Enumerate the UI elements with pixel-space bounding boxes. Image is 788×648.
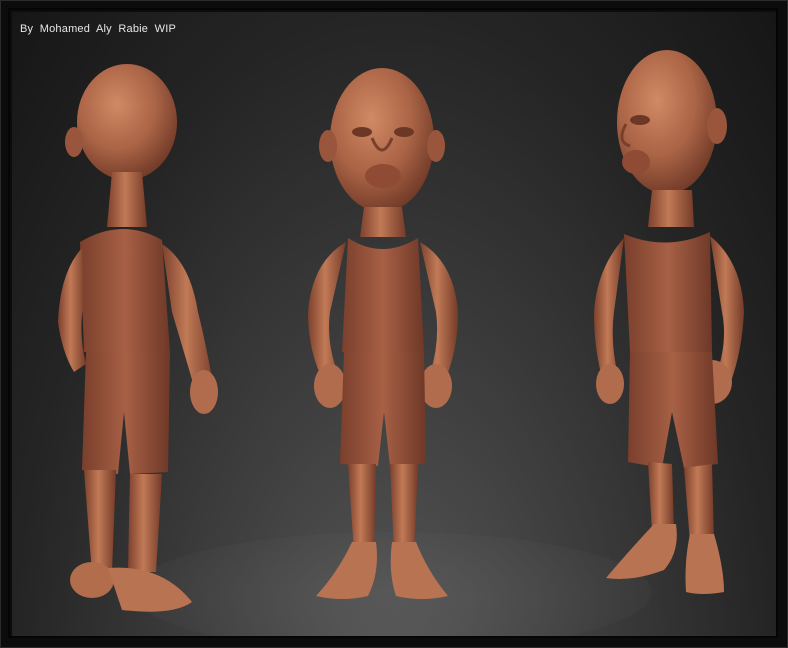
head xyxy=(77,64,177,180)
sculpt-scene xyxy=(58,50,744,612)
figure-back-view xyxy=(58,64,218,612)
figure-front-view xyxy=(308,68,458,599)
left-ear xyxy=(319,130,337,162)
left-eye xyxy=(352,127,372,137)
right-ear xyxy=(427,130,445,162)
right-arm xyxy=(420,242,458,382)
head xyxy=(330,68,434,212)
right-hand xyxy=(190,370,218,414)
right-foot xyxy=(390,542,448,599)
neck xyxy=(648,190,694,227)
ear xyxy=(65,127,83,157)
left-hand xyxy=(596,364,624,404)
neck xyxy=(360,207,406,237)
left-leg xyxy=(348,464,376,552)
left-arm xyxy=(308,242,346,382)
left-foot xyxy=(70,562,114,598)
left-foot xyxy=(316,542,377,599)
left-arm xyxy=(58,248,86,372)
image-frame: By Mohamed Aly Rabie WIP xyxy=(0,0,788,648)
right-leg xyxy=(128,474,162,572)
eye xyxy=(630,115,650,125)
shorts xyxy=(628,352,718,468)
right-foot xyxy=(108,567,192,612)
right-eye xyxy=(394,127,414,137)
left-foot xyxy=(606,524,677,579)
neck xyxy=(107,172,147,227)
tank-top xyxy=(80,228,170,352)
figure-side-view xyxy=(594,50,744,594)
mouth xyxy=(365,164,401,188)
ear xyxy=(707,108,727,144)
right-foot xyxy=(685,534,724,594)
right-leg xyxy=(684,464,714,542)
mouth xyxy=(622,150,650,174)
right-leg xyxy=(390,464,418,552)
shorts xyxy=(82,352,170,474)
left-leg xyxy=(648,462,674,532)
left-hand xyxy=(314,364,346,408)
shorts xyxy=(340,352,426,466)
tank-top xyxy=(624,232,712,352)
tank-top xyxy=(342,238,424,352)
render-canvas: By Mohamed Aly Rabie WIP xyxy=(12,12,776,636)
left-leg xyxy=(84,470,116,574)
left-arm xyxy=(594,238,624,384)
